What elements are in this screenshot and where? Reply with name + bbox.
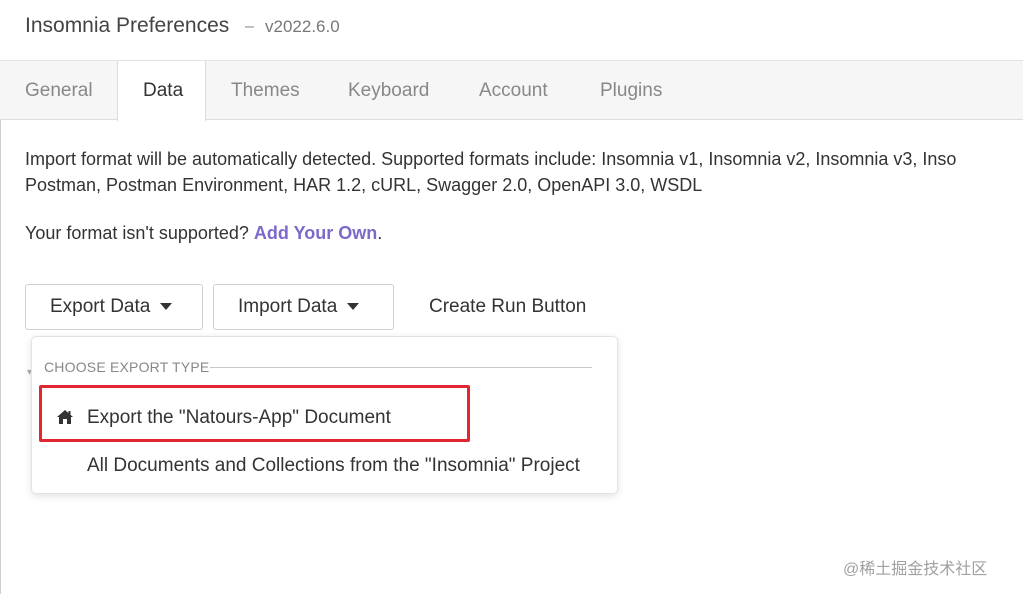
import-data-label: Import Data [238,296,338,317]
title-separator: – [245,18,254,35]
export-all-documents-label: All Documents and Collections from the "… [87,455,580,476]
tab-general[interactable]: General [0,61,117,119]
supported-formats-line-2: Postman, Postman Environment, HAR 1.2, c… [25,175,703,195]
tab-bar: General Data Themes Keyboard Account Plu… [0,61,1023,121]
preferences-header: Insomnia Preferences – v2022.6.0 [0,0,1023,61]
dropdown-header: CHOOSE EXPORT TYPE [44,359,210,375]
caret-down-icon [347,303,360,311]
home-icon [57,410,73,424]
tab-themes[interactable]: Themes [206,61,323,119]
version-label: v2022.6.0 [265,17,340,36]
supported-formats-line-1: Import format will be automatically dete… [25,149,957,169]
add-your-own-link[interactable]: Add Your Own [254,223,377,243]
caret-down-icon [160,303,173,311]
export-current-document-label: Export the "Natours-App" Document [87,407,391,428]
period: . [377,223,383,243]
supported-formats-text: Import format will be automatically dete… [25,146,1023,198]
watermark: @稀土掘金技术社区 [843,561,988,578]
window-title: Insomnia Preferences [25,14,230,37]
export-all-documents-item[interactable]: All Documents and Collections from the "… [32,446,617,486]
export-current-document-item[interactable]: Export the "Natours-App" Document [32,398,617,438]
export-data-label: Export Data [50,296,151,317]
export-type-dropdown: CHOOSE EXPORT TYPE Export the "Natours-A… [31,336,618,494]
tab-plugins[interactable]: Plugins [575,61,688,119]
tab-account[interactable]: Account [454,61,575,119]
export-data-button[interactable]: Export Data [25,284,203,330]
tab-data[interactable]: Data [117,61,206,121]
tab-keyboard[interactable]: Keyboard [323,61,454,119]
unsupported-format-question: Your format isn't supported? [25,223,249,243]
import-data-button[interactable]: Import Data [213,284,394,330]
dropdown-divider [210,367,592,368]
unsupported-format-text: Your format isn't supported? Add Your Ow… [25,220,382,246]
create-run-button[interactable]: Create Run Button [429,296,586,318]
